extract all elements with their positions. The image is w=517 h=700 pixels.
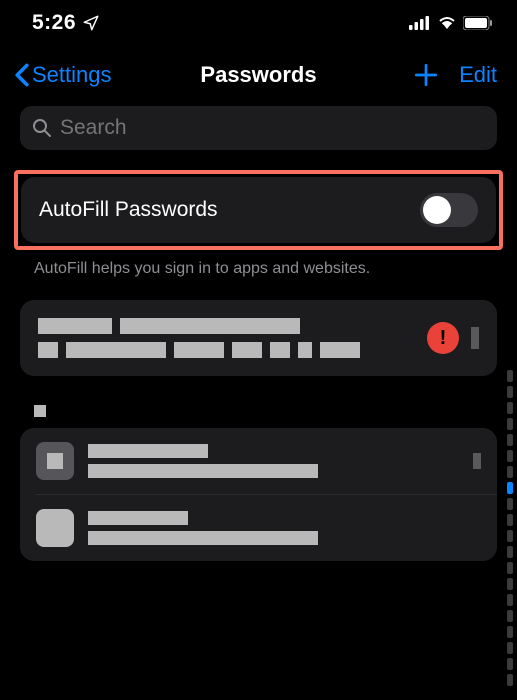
status-bar: 5:26 [0,0,517,44]
autofill-toggle[interactable] [420,193,478,227]
index-item[interactable] [507,562,513,574]
index-item[interactable] [507,610,513,622]
location-arrow-icon [82,14,100,32]
redacted-text [34,405,46,417]
index-item[interactable] [507,530,513,542]
add-button[interactable] [413,62,439,88]
toggle-knob [423,196,451,224]
index-item[interactable] [507,674,513,686]
status-left: 5:26 [32,11,100,35]
index-item[interactable] [507,434,513,446]
app-icon [36,442,74,480]
redacted-text [120,318,300,334]
battery-icon [463,16,493,30]
index-item[interactable] [507,658,513,670]
highlight-annotation: AutoFill Passwords [14,170,503,250]
index-item[interactable] [507,642,513,654]
nav-actions: Edit [413,62,497,88]
redacted-text [88,531,318,545]
redacted-text [38,318,112,334]
redacted-text [270,342,290,358]
page-title: Passwords [200,62,316,88]
row-content [88,511,481,545]
navigation-bar: Settings Passwords Edit [0,44,517,102]
index-item[interactable] [507,626,513,638]
redacted-text [320,342,360,358]
redacted-text [38,342,58,358]
index-item[interactable] [507,402,513,414]
redacted-text [298,342,312,358]
row-content [88,444,459,478]
index-item[interactable] [507,546,513,558]
search-icon [32,118,52,138]
index-item[interactable] [507,514,513,526]
password-row[interactable] [36,428,497,495]
card-content [38,318,415,358]
index-item[interactable] [507,498,513,510]
redacted-text [174,342,224,358]
index-item[interactable] [507,578,513,590]
search-input[interactable] [60,116,485,140]
index-item[interactable] [507,450,513,462]
alphabet-index-bar[interactable] [507,370,513,686]
redacted-text [88,444,208,458]
search-bar[interactable] [20,106,497,150]
wifi-icon [437,16,457,30]
index-item[interactable] [507,466,513,478]
password-row[interactable] [36,495,497,561]
cellular-signal-icon [409,16,431,30]
warning-badge-icon: ! [427,322,459,354]
autofill-passwords-row[interactable]: AutoFill Passwords [21,177,496,243]
chevron-right-icon [471,327,479,349]
index-item[interactable] [507,482,513,494]
status-right [409,16,493,30]
redacted-text [88,464,318,478]
plus-icon [413,62,439,88]
autofill-helper-text: AutoFill helps you sign in to apps and w… [34,260,483,278]
chevron-right-icon [473,453,481,469]
redacted-text [66,342,166,358]
autofill-label: AutoFill Passwords [39,198,218,222]
section-header [34,404,483,422]
index-item[interactable] [507,370,513,382]
redacted-text [88,511,188,525]
password-list [20,428,497,561]
edit-button[interactable]: Edit [459,62,497,88]
status-time: 5:26 [32,11,76,35]
security-recommendation-card[interactable]: ! [20,300,497,376]
back-label: Settings [32,62,112,88]
index-item[interactable] [507,386,513,398]
back-button[interactable]: Settings [14,62,112,88]
redacted-text [232,342,262,358]
index-item[interactable] [507,418,513,430]
app-icon [36,509,74,547]
chevron-left-icon [14,63,30,87]
index-item[interactable] [507,594,513,606]
